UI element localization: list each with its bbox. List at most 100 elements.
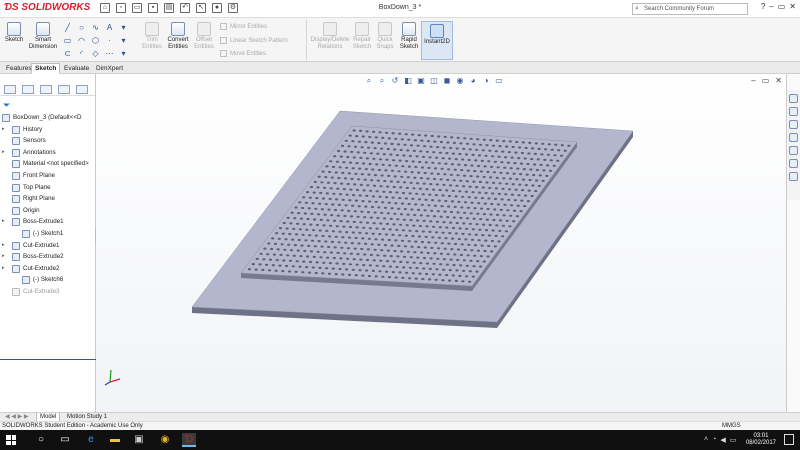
view-settings-icon[interactable]: ▭ [494,76,504,86]
chrome-icon[interactable]: ◉ [158,433,172,447]
display-manager-icon[interactable] [76,85,88,94]
mirror-entities-button[interactable]: Mirror Entities [220,23,267,30]
slot-icon[interactable]: ⊂ [62,49,73,58]
smart-dimension-button[interactable]: Smart Dimension [26,22,60,51]
tree-item-root[interactable]: BoxDown_3 (Default<<D [0,112,96,124]
tab-sketch[interactable]: Sketch [31,63,61,74]
instant2d-button[interactable]: Instant2D [421,21,453,60]
expand-arrow-icon[interactable]: ▸ [2,263,5,275]
chevron-up-icon[interactable]: ˄ [704,436,708,444]
section-view-icon[interactable]: ◧ [403,76,413,86]
dimxpert-manager-icon[interactable] [58,85,70,94]
open-icon[interactable]: ▭ [132,3,142,13]
search-taskbar-icon[interactable]: ○ [34,433,48,447]
filter-icon[interactable]: ⏷ [3,100,10,111]
solidworks-logo[interactable]: ƊS SOLIDWORKS [4,2,90,13]
rollback-bar[interactable] [0,359,96,360]
line-icon[interactable]: ╱ [62,23,73,32]
dropdown-icon[interactable]: ▾ [118,49,129,58]
tab-evaluate[interactable]: Evaluate [60,63,93,74]
store-icon[interactable]: ▣ [132,433,146,447]
save-icon[interactable]: ▪ [148,3,158,13]
tree-item[interactable]: (-) Sketch6 [0,274,96,286]
forum-icon[interactable] [789,172,798,181]
edge-browser-icon[interactable]: e [84,433,98,447]
view-orientation-icon[interactable]: ◫ [429,76,439,86]
expand-arrow-icon[interactable]: ▸ [2,251,5,263]
home-icon[interactable]: ⌂ [100,3,110,13]
point-icon[interactable]: · [104,36,115,45]
convert-entities-button[interactable]: Convert Entities [164,22,192,51]
tab-dimxpert[interactable]: DimXpert [92,63,127,74]
property-manager-icon[interactable] [22,85,34,94]
repair-sketch-button[interactable]: Repair Sketch [351,22,373,51]
sketch-button[interactable]: Sketch [3,22,25,44]
feature-manager-icon[interactable] [4,85,16,94]
tree-item[interactable]: ▸ History [0,124,96,136]
network-icon[interactable]: ◔ [712,436,716,444]
model-view[interactable] [96,74,786,412]
spline-icon[interactable]: ∿ [90,23,101,32]
plane-icon[interactable]: ◇ [90,49,101,58]
task-view-icon[interactable]: ▭ [58,433,72,447]
undo-icon[interactable]: ↶ [180,3,190,13]
tree-item[interactable]: ▸ Boss-Extrude2 [0,251,96,263]
new-document-icon[interactable]: ▫ [116,3,126,13]
tree-item[interactable]: Top Plane [0,182,96,194]
zoom-area-icon[interactable]: ⌕ [377,76,387,86]
tree-item[interactable]: Sensors [0,135,96,147]
minimize-viewport-icon[interactable]: – [751,76,755,85]
tree-item[interactable]: Right Plane [0,193,96,205]
keyboard-icon[interactable]: ▭ [730,436,737,444]
quick-snaps-button[interactable]: Quick Snaps [375,22,395,51]
file-explorer-taskbar-icon[interactable]: ▬ [108,433,122,447]
display-delete-relations-button[interactable]: Display/Delete Relations [310,22,350,51]
units-selector[interactable]: MMGS [722,422,741,430]
tree-item[interactable]: Origin [0,205,96,217]
tree-item[interactable]: ▸ Cut-Extrude2 [0,263,96,275]
notifications-icon[interactable] [784,434,794,445]
tree-item[interactable]: ▸ Annotations [0,147,96,159]
resources-icon[interactable] [789,94,798,103]
offset-entities-button[interactable]: Offset Entities [192,22,216,51]
expand-arrow-icon[interactable]: ▸ [2,240,5,252]
arc-icon[interactable]: ◠ [76,36,87,45]
linear-sketch-pattern-button[interactable]: Linear Sketch Pattern [220,37,288,44]
fillet-icon[interactable]: ◜ [76,49,87,58]
dynamic-annotation-icon[interactable]: ▣ [416,76,426,86]
text-icon[interactable]: A [104,23,115,32]
rebuild-icon[interactable]: ● [212,3,222,13]
minimize-icon[interactable]: – [769,2,773,11]
view-palette-icon[interactable] [789,133,798,142]
solidworks-taskbar-icon[interactable]: Ɗ [182,433,196,447]
search-input[interactable]: ⌕ Search Community Forum [632,3,748,15]
close-icon[interactable]: ✕ [789,2,796,11]
tree-item[interactable]: Front Plane [0,170,96,182]
options-icon[interactable]: ⚙ [228,3,238,13]
restore-viewport-icon[interactable]: ▭ [762,76,770,85]
dropdown-icon[interactable]: ▾ [118,23,129,32]
hide-show-icon[interactable]: ◉ [455,76,465,86]
maximize-icon[interactable]: ▭ [778,2,786,11]
configuration-manager-icon[interactable] [40,85,52,94]
tree-item[interactable]: Cut-Extrude3 [0,286,96,298]
volume-icon[interactable]: ◀ [720,436,725,444]
print-icon[interactable]: ▤ [164,3,174,13]
appearances-icon[interactable] [789,146,798,155]
appearance-icon[interactable]: ◕ [468,76,478,86]
graphics-area[interactable]: ⌕ ⌕ ↺ ◧ ▣ ◫ ◼ ◉ ◕ ◑ ▭ – ▭ ✕ [96,74,786,412]
file-explorer-icon[interactable] [789,120,798,129]
rapid-sketch-button[interactable]: Rapid Sketch [398,22,420,51]
expand-arrow-icon[interactable]: ▸ [2,216,5,228]
expand-arrow-icon[interactable]: ▸ [2,147,5,159]
centerline-icon[interactable]: ⋯ [104,49,115,58]
move-entities-button[interactable]: Move Entities [220,50,266,57]
previous-view-icon[interactable]: ↺ [390,76,400,86]
clock[interactable]: 03:01 08/02/2017 [746,433,776,447]
scene-icon[interactable]: ◑ [481,76,491,86]
custom-properties-icon[interactable] [789,159,798,168]
tree-item[interactable]: ▸ Boss-Extrude1 [0,216,96,228]
rectangle-icon[interactable]: ▭ [62,36,73,45]
tree-item[interactable]: (-) Sketch1 [0,228,96,240]
display-style-icon[interactable]: ◼ [442,76,452,86]
